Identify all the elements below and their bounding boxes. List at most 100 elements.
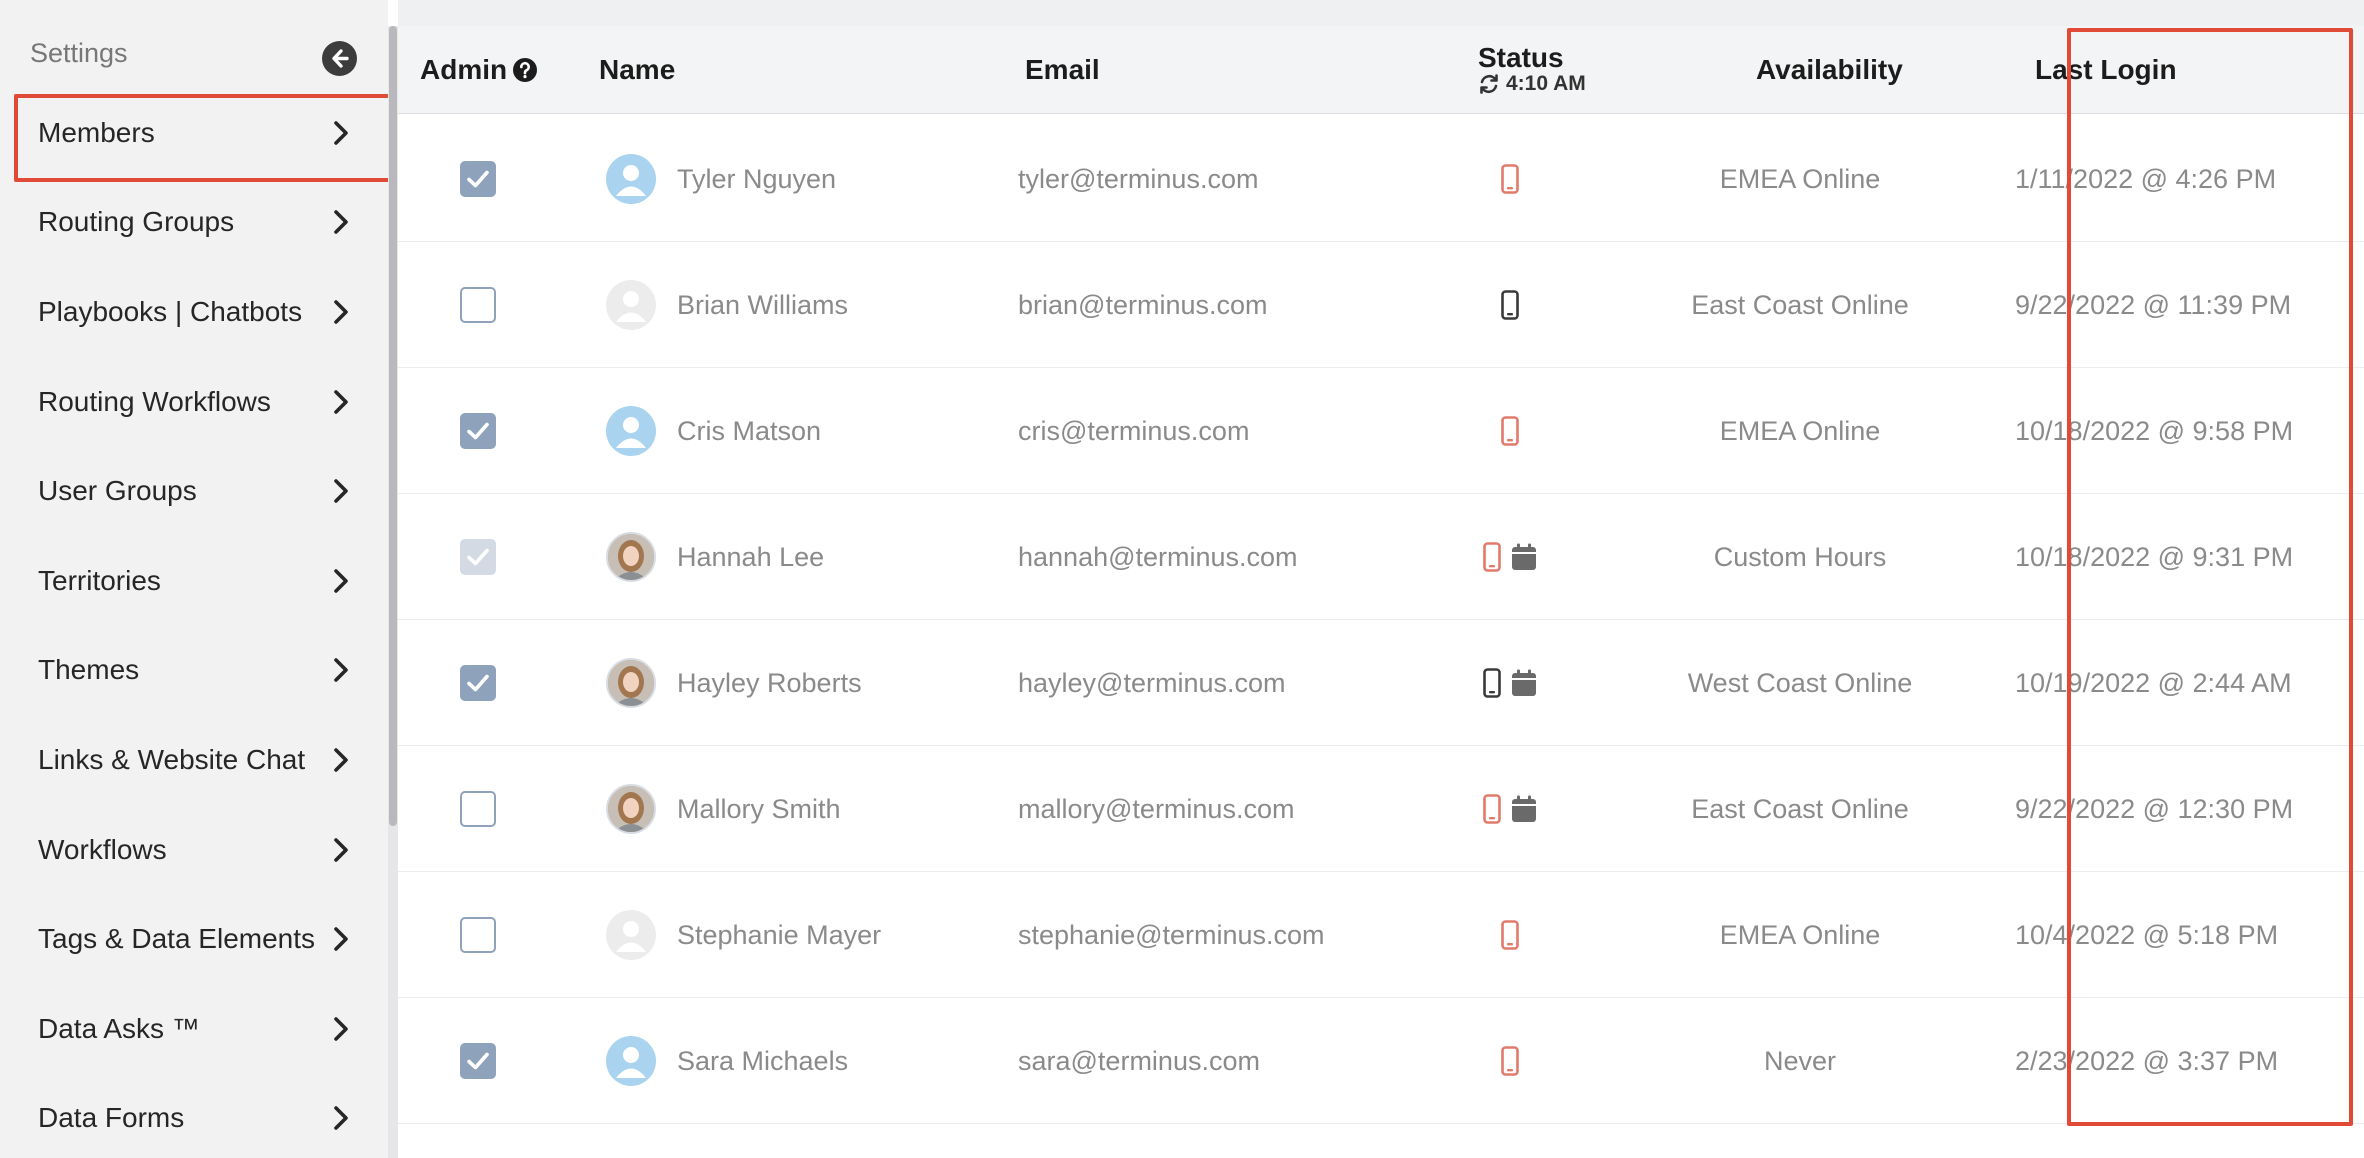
status-column-header[interactable]: Status 4:10 AM [1478,26,1586,114]
member-status[interactable] [1438,242,1582,368]
sidebar-item-playbooks-chatbots[interactable]: Playbooks | Chatbots [0,267,388,357]
back-arrow-icon[interactable] [322,41,357,76]
table-row[interactable]: Stephanie Mayer stephanie@terminus.com EME… [398,872,2364,998]
member-status[interactable] [1438,872,1582,998]
table-row[interactable]: Hannah Lee hannah@terminus.com Custom Hour… [398,494,2364,620]
member-availability[interactable]: East Coast Online [1660,746,1940,872]
member-status[interactable] [1438,620,1582,746]
member-name: Hayley Roberts [677,667,862,698]
member-last-login: 10/19/2022 @ 2:44 AM [2015,667,2292,698]
admin-checkbox[interactable] [460,413,496,449]
last-login-column-header[interactable]: Last Login [2035,26,2177,114]
sidebar-item-label: Links & Website Chat [38,743,306,775]
mobile-phone-icon [1483,668,1501,698]
sidebar-item-label: Members [38,116,155,148]
member-email: tyler@terminus.com [1018,163,1259,194]
member-name: Sara Michaels [677,1045,849,1076]
checkmark-icon [467,1052,489,1070]
sidebar-item-data-forms[interactable]: Data Forms [0,1074,388,1158]
calendar-icon [1512,669,1536,696]
admin-checkbox[interactable] [460,287,496,323]
sidebar-item-label: Data Asks ™ [38,1012,200,1044]
members-table-panel: Admin Name Email Status 4:10 AM Availabi… [398,0,2364,1158]
checkmark-icon [467,170,489,188]
avatar [606,532,656,582]
email-column-header[interactable]: Email [1025,26,1100,114]
availability-column-header[interactable]: Availability [1756,26,1903,114]
calendar-icon [1512,543,1536,570]
avatar [606,1036,656,1086]
admin-checkbox[interactable] [460,1043,496,1079]
member-availability[interactable]: EMEA Online [1660,872,1940,998]
status-time: 4:10 AM [1506,72,1586,95]
member-availability[interactable]: Never [1660,998,1940,1124]
checkmark-icon [467,422,489,440]
members-table-body: Tyler Nguyen tyler@terminus.com EMEA Onlin… [398,116,2364,1124]
member-last-login: 9/22/2022 @ 12:30 PM [2015,793,2294,824]
mobile-phone-icon [1501,1046,1519,1076]
avatar [606,406,656,456]
sidebar-item-workflows[interactable]: Workflows [0,805,388,895]
chevron-right-icon [334,389,348,414]
admin-header-label: Admin [420,54,508,85]
mobile-phone-icon [1501,290,1519,320]
sidebar-item-routing-workflows[interactable]: Routing Workflows [0,357,388,447]
settings-sidebar: Settings Members Routing Groups Playbooks … [0,0,396,1158]
table-row[interactable]: Sara Michaels sara@terminus.com Never 2/23/… [398,998,2364,1124]
admin-checkbox [460,539,496,575]
sidebar-item-territories[interactable]: Territories [0,536,388,626]
sidebar-item-members[interactable]: Members [0,88,396,182]
member-name: Cris Matson [677,415,822,446]
sidebar-item-tags-data-elements[interactable]: Tags & Data Elements [0,894,388,984]
member-email: stephanie@terminus.com [1018,919,1325,950]
chevron-right-icon [334,658,348,683]
sidebar-scrollbar-thumb[interactable] [389,26,397,826]
table-row[interactable]: Brian Williams brian@terminus.com East Coa… [398,242,2364,368]
user-photo-icon [608,534,654,580]
sidebar-item-links-website-chat[interactable]: Links & Website Chat [0,715,388,805]
member-name: Brian Williams [677,289,849,320]
avatar [606,784,656,834]
member-availability[interactable]: East Coast Online [1660,242,1940,368]
chevron-right-icon [334,120,348,145]
member-email: hayley@terminus.com [1018,667,1286,698]
admin-checkbox[interactable] [460,917,496,953]
top-strip [398,0,2364,26]
chevron-right-icon [334,210,348,235]
default-user-icon [616,1047,646,1078]
sidebar-item-data-asks[interactable]: Data Asks ™ [0,984,388,1074]
sidebar-item-user-groups[interactable]: User Groups [0,446,388,536]
chevron-right-icon [334,748,348,772]
member-availability[interactable]: EMEA Online [1660,368,1940,494]
admin-checkbox[interactable] [460,665,496,701]
table-row[interactable]: Mallory Smith mallory@terminus.com East Co… [398,746,2364,872]
refresh-icon [1480,74,1498,94]
admin-checkbox[interactable] [460,791,496,827]
status-refresh[interactable]: 4:10 AM [1478,72,1586,96]
member-availability[interactable]: West Coast Online [1660,620,1940,746]
member-status[interactable] [1438,494,1582,620]
member-status[interactable] [1438,368,1582,494]
default-user-icon [616,921,646,952]
name-column-header[interactable]: Name [599,26,675,114]
default-user-icon [616,291,646,322]
sidebar-title: Settings [30,38,128,68]
member-status[interactable] [1438,998,1582,1124]
member-status[interactable] [1438,116,1582,242]
sidebar-item-routing-groups[interactable]: Routing Groups [0,178,388,268]
sidebar-item-label: Playbooks | Chatbots [38,295,303,327]
sidebar-item-themes[interactable]: Themes [0,626,388,716]
sidebar-item-label: Routing Groups [38,206,235,238]
member-last-login: 2/23/2022 @ 3:37 PM [2015,1045,2279,1076]
sidebar-item-label: User Groups [38,475,197,507]
help-icon[interactable] [512,57,538,83]
member-availability[interactable]: Custom Hours [1660,494,1940,620]
admin-checkbox[interactable] [460,161,496,197]
admin-column-header[interactable]: Admin [420,26,538,114]
table-row[interactable]: Hayley Roberts hayley@terminus.com West Co… [398,620,2364,746]
member-status[interactable] [1438,746,1582,872]
chevron-right-icon [334,1106,348,1131]
table-row[interactable]: Cris Matson cris@terminus.com EMEA Online 1… [398,368,2364,494]
table-row[interactable]: Tyler Nguyen tyler@terminus.com EMEA Onlin… [398,116,2364,242]
member-availability[interactable]: EMEA Online [1660,116,1940,242]
